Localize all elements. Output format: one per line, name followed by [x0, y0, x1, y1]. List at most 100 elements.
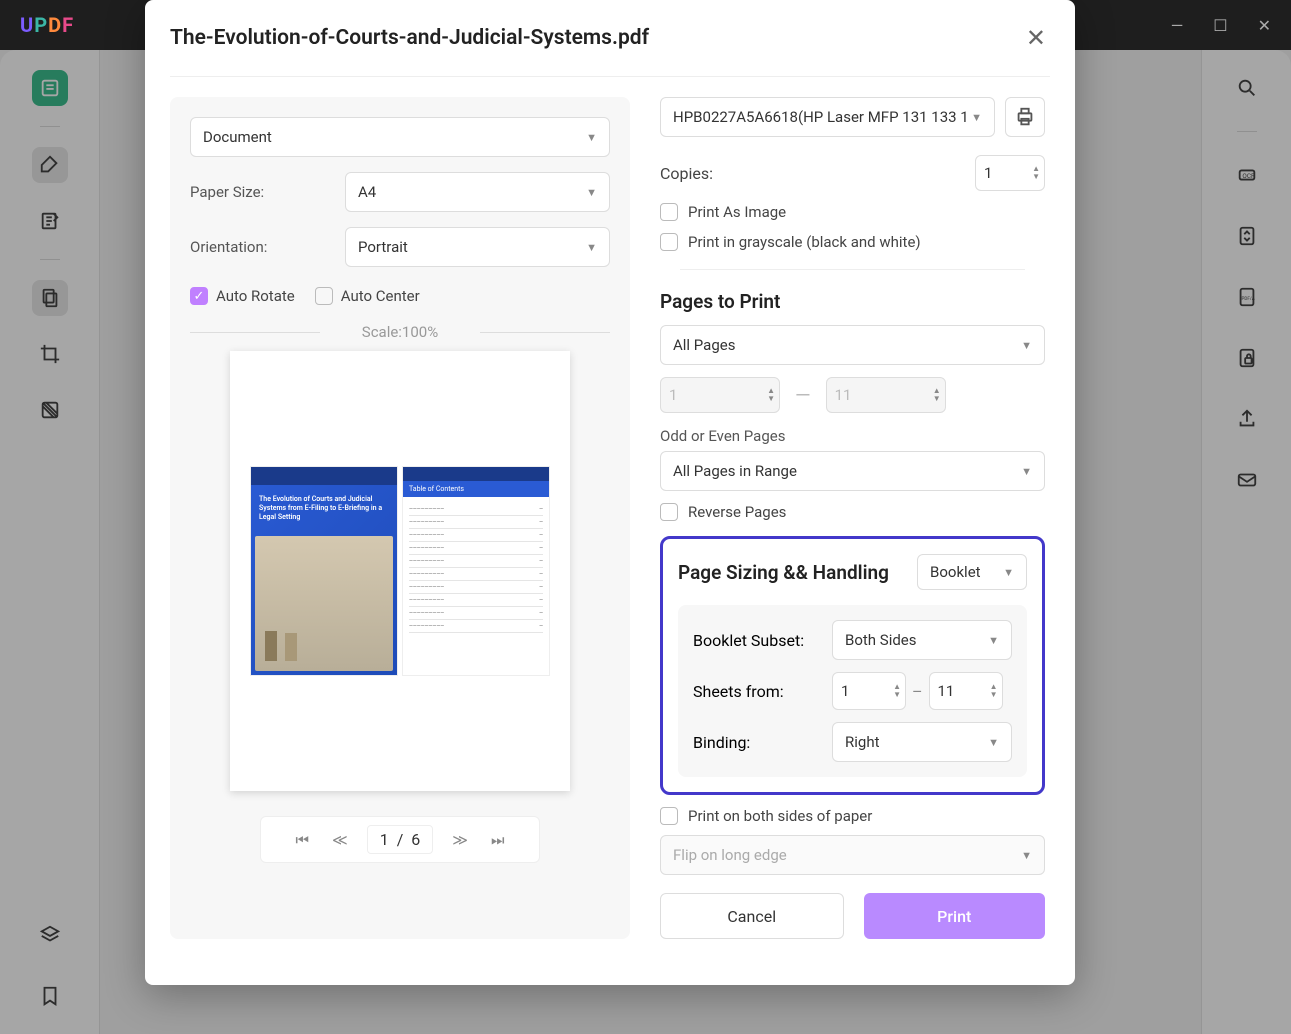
paper-size-value: A4 — [358, 183, 376, 201]
right-panel: HPB0227A5A6618(HP Laser MFP 131 133 1 ▼ … — [660, 97, 1050, 939]
maximize-button[interactable]: ☐ — [1213, 16, 1227, 35]
both-sides-checkbox[interactable]: Print on both sides of paper — [660, 807, 1045, 825]
chevron-down-icon: ▼ — [586, 131, 597, 144]
print-button[interactable]: Print — [864, 893, 1046, 939]
left-panel: Document ▼ Paper Size: A4 ▼ Orientation:… — [170, 97, 630, 939]
copies-spinner[interactable]: 1 ▲▼ — [975, 155, 1045, 191]
checkbox-box — [315, 287, 333, 305]
reverse-pages-checkbox[interactable]: Reverse Pages — [660, 503, 1045, 521]
odd-even-select[interactable]: All Pages in Range ▼ — [660, 451, 1045, 491]
auto-rotate-label: Auto Rotate — [216, 287, 295, 305]
page-sizing-value: Booklet — [930, 563, 981, 581]
print-as-image-checkbox[interactable]: Print As Image — [660, 203, 1045, 221]
page-indicator[interactable]: 1 / 6 — [367, 825, 434, 854]
close-window-button[interactable]: ✕ — [1258, 16, 1271, 35]
binding-label: Binding: — [693, 733, 750, 752]
checkbox-box — [660, 503, 678, 521]
chevron-down-icon: ▼ — [1021, 339, 1032, 352]
logo-u: U — [20, 13, 34, 37]
pages-to-print-title: Pages to Print — [660, 290, 1045, 313]
grayscale-label: Print in grayscale (black and white) — [688, 233, 921, 251]
sheets-from-spinner[interactable]: 1 ▲▼ — [832, 672, 906, 710]
auto-center-checkbox[interactable]: Auto Center — [315, 287, 420, 305]
print-type-select[interactable]: Document ▼ — [190, 117, 610, 157]
app-logo: UPDF — [20, 13, 74, 37]
preview-page-2: Table of Contents —————————— —————————— … — [402, 466, 550, 676]
orientation-select[interactable]: Portrait ▼ — [345, 227, 610, 267]
scale-label: Scale:100% — [190, 323, 610, 341]
range-to-value: 11 — [835, 386, 937, 404]
separator — [680, 269, 1025, 270]
dialog-body: Document ▼ Paper Size: A4 ▼ Orientation:… — [170, 97, 1050, 939]
preview-title-text: The Evolution of Courts and Judicial Sys… — [251, 485, 397, 532]
range-from-spinner: 1 ▲▼ — [660, 377, 780, 413]
print-preview: The Evolution of Courts and Judicial Sys… — [230, 351, 570, 791]
printer-properties-button[interactable] — [1005, 97, 1045, 137]
spinner-arrows: ▲▼ — [767, 387, 775, 403]
binding-value: Right — [845, 733, 879, 751]
chevron-down-icon: ▼ — [1021, 849, 1032, 862]
cancel-button[interactable]: Cancel — [660, 893, 844, 939]
chevron-down-icon: ▼ — [988, 634, 999, 647]
page-sep: / — [397, 830, 404, 849]
odd-even-value: All Pages in Range — [673, 462, 797, 480]
preview-page-1: The Evolution of Courts and Judicial Sys… — [250, 466, 398, 676]
booklet-subset-value: Both Sides — [845, 631, 917, 649]
chevron-down-icon: ▼ — [586, 241, 597, 254]
auto-center-label: Auto Center — [341, 287, 420, 305]
booklet-settings: Booklet Subset: Both Sides ▼ Sheets from… — [678, 605, 1027, 777]
prev-page-button[interactable]: ≪ — [328, 829, 352, 851]
print-type-value: Document — [203, 128, 272, 146]
paper-size-label: Paper Size: — [190, 183, 330, 201]
last-page-button[interactable]: ⏭ — [487, 829, 509, 851]
chevron-down-icon: ▼ — [971, 111, 982, 124]
range-from-value: 1 — [669, 386, 771, 404]
sheets-from-value: 1 — [841, 682, 897, 700]
preview-pages: The Evolution of Courts and Judicial Sys… — [250, 466, 550, 676]
sheets-dash: – — [912, 682, 923, 701]
page-sizing-highlight: Page Sizing && Handling Booklet ▼ Bookle… — [660, 536, 1045, 795]
booklet-subset-label: Booklet Subset: — [693, 631, 804, 650]
copies-value: 1 — [984, 164, 1036, 182]
print-dialog: The-Evolution-of-Courts-and-Judicial-Sys… — [145, 0, 1075, 985]
sheets-to-spinner[interactable]: 11 ▲▼ — [929, 672, 1003, 710]
preview-toc-title: Table of Contents — [403, 481, 549, 497]
first-page-button[interactable]: ⏮ — [291, 829, 313, 851]
checkbox-box: ✓ — [190, 287, 208, 305]
preview-pager: ⏮ ≪ 1 / 6 ≫ ⏭ — [260, 816, 540, 863]
spinner-arrows: ▲▼ — [893, 683, 901, 699]
booklet-subset-select[interactable]: Both Sides ▼ — [832, 620, 1012, 660]
next-page-button[interactable]: ≫ — [448, 829, 472, 851]
total-pages: 6 — [411, 830, 420, 849]
print-as-image-label: Print As Image — [688, 203, 786, 221]
auto-rotate-checkbox[interactable]: ✓ Auto Rotate — [190, 287, 295, 305]
sheets-from-label: Sheets from: — [693, 682, 784, 701]
binding-select[interactable]: Right ▼ — [832, 722, 1012, 762]
logo-f: F — [62, 13, 74, 37]
printer-select[interactable]: HPB0227A5A6618(HP Laser MFP 131 133 1 ▼ — [660, 97, 995, 137]
logo-p: P — [34, 13, 48, 37]
current-page: 1 — [380, 830, 389, 849]
chevron-down-icon: ▼ — [586, 186, 597, 199]
minimize-button[interactable]: — — [1171, 16, 1184, 35]
window-controls: — ☐ ✕ — [1171, 16, 1271, 35]
dialog-header: The-Evolution-of-Courts-and-Judicial-Sys… — [170, 20, 1050, 77]
orientation-value: Portrait — [358, 238, 408, 256]
checkbox-box — [660, 807, 678, 825]
reverse-pages-label: Reverse Pages — [688, 503, 786, 521]
dialog-title: The-Evolution-of-Courts-and-Judicial-Sys… — [170, 26, 649, 50]
paper-size-select[interactable]: A4 ▼ — [345, 172, 610, 212]
chevron-down-icon: ▼ — [1003, 566, 1014, 579]
chevron-down-icon: ▼ — [1021, 465, 1032, 478]
page-sizing-select[interactable]: Booklet ▼ — [917, 554, 1027, 590]
grayscale-checkbox[interactable]: Print in grayscale (black and white) — [660, 233, 1045, 251]
flip-value: Flip on long edge — [673, 846, 787, 864]
close-dialog-button[interactable]: ✕ — [1022, 20, 1050, 56]
odd-even-label: Odd or Even Pages — [660, 427, 1045, 445]
printer-value: HPB0227A5A6618(HP Laser MFP 131 133 1 — [673, 108, 969, 126]
copies-label: Copies: — [660, 164, 713, 183]
range-dash: — — [795, 383, 811, 407]
orientation-label: Orientation: — [190, 238, 330, 256]
pages-select[interactable]: All Pages ▼ — [660, 325, 1045, 365]
page-sizing-title: Page Sizing && Handling — [678, 561, 889, 584]
